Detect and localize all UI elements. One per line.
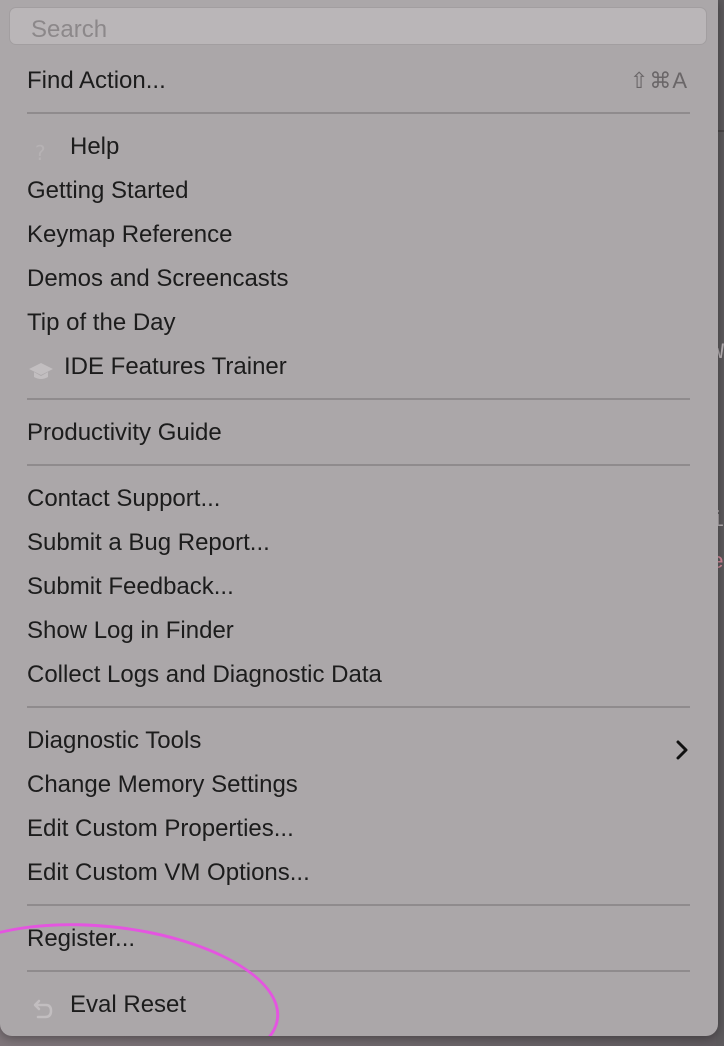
menu-item-label: IDE Features Trainer	[64, 353, 287, 380]
menu-item-productivity-guide[interactable]: Productivity Guide	[0, 411, 718, 455]
menu-item-find-action[interactable]: Find Action... ⇧⌘A	[0, 59, 718, 103]
menu-item-label: Show Log in Finder	[27, 617, 234, 644]
question-mark-icon: ?	[28, 135, 54, 165]
menu-item-demos[interactable]: Demos and Screencasts	[0, 257, 718, 301]
menu-item-diagnostic-tools[interactable]: Diagnostic Tools	[0, 719, 718, 763]
menu-item-help[interactable]: ? Help	[0, 125, 718, 169]
menu-item-label: Productivity Guide	[27, 419, 222, 446]
menu-separator	[27, 706, 690, 708]
search-placeholder: Search	[31, 16, 108, 43]
menu-item-label: Contact Support...	[27, 485, 221, 512]
menu-item-label: Collect Logs and Diagnostic Data	[27, 661, 382, 688]
menu-item-label: Keymap Reference	[27, 221, 233, 248]
menu-item-change-memory[interactable]: Change Memory Settings	[0, 763, 718, 807]
menu-item-submit-feedback[interactable]: Submit Feedback...	[0, 565, 718, 609]
menu-item-tip-of-the-day[interactable]: Tip of the Day	[0, 301, 718, 345]
menu-item-label: Change Memory Settings	[27, 771, 298, 798]
svg-text:?: ?	[35, 141, 46, 164]
menu-item-keymap-reference[interactable]: Keymap Reference	[0, 213, 718, 257]
menu-item-getting-started[interactable]: Getting Started	[0, 169, 718, 213]
menu-item-label: Edit Custom VM Options...	[27, 859, 310, 886]
menu-item-label: Help	[70, 133, 120, 160]
menu-item-show-log[interactable]: Show Log in Finder	[0, 609, 718, 653]
menu-item-submit-bug-report[interactable]: Submit a Bug Report...	[0, 521, 718, 565]
menu-item-edit-custom-vm-options[interactable]: Edit Custom VM Options...	[0, 851, 718, 895]
menu-item-label: Submit Feedback...	[27, 573, 234, 600]
menu-item-label: Edit Custom Properties...	[27, 815, 294, 842]
search-field[interactable]: Search	[9, 7, 707, 45]
menu-item-label: Diagnostic Tools	[27, 727, 202, 754]
menu-item-collect-logs[interactable]: Collect Logs and Diagnostic Data	[0, 653, 718, 697]
menu-item-label: Submit a Bug Report...	[27, 529, 270, 556]
help-menu: Search Find Action... ⇧⌘A ? Help Getting…	[0, 0, 718, 1036]
menu-item-ide-trainer[interactable]: IDE Features Trainer	[0, 345, 718, 389]
menu-item-label: Tip of the Day	[27, 309, 176, 336]
menu-separator	[27, 398, 690, 400]
menu-item-label: Getting Started	[27, 177, 189, 204]
menu-item-label: Demos and Screencasts	[27, 265, 289, 292]
graduation-cap-icon	[28, 355, 54, 379]
menu-item-label: Find Action...	[27, 67, 166, 94]
keyboard-shortcut: ⇧⌘A	[629, 68, 688, 93]
menu-separator	[27, 904, 690, 906]
menu-item-edit-custom-properties[interactable]: Edit Custom Properties...	[0, 807, 718, 851]
menu-separator	[27, 464, 690, 466]
menu-separator	[27, 112, 690, 114]
menu-item-contact-support[interactable]: Contact Support...	[0, 477, 718, 521]
